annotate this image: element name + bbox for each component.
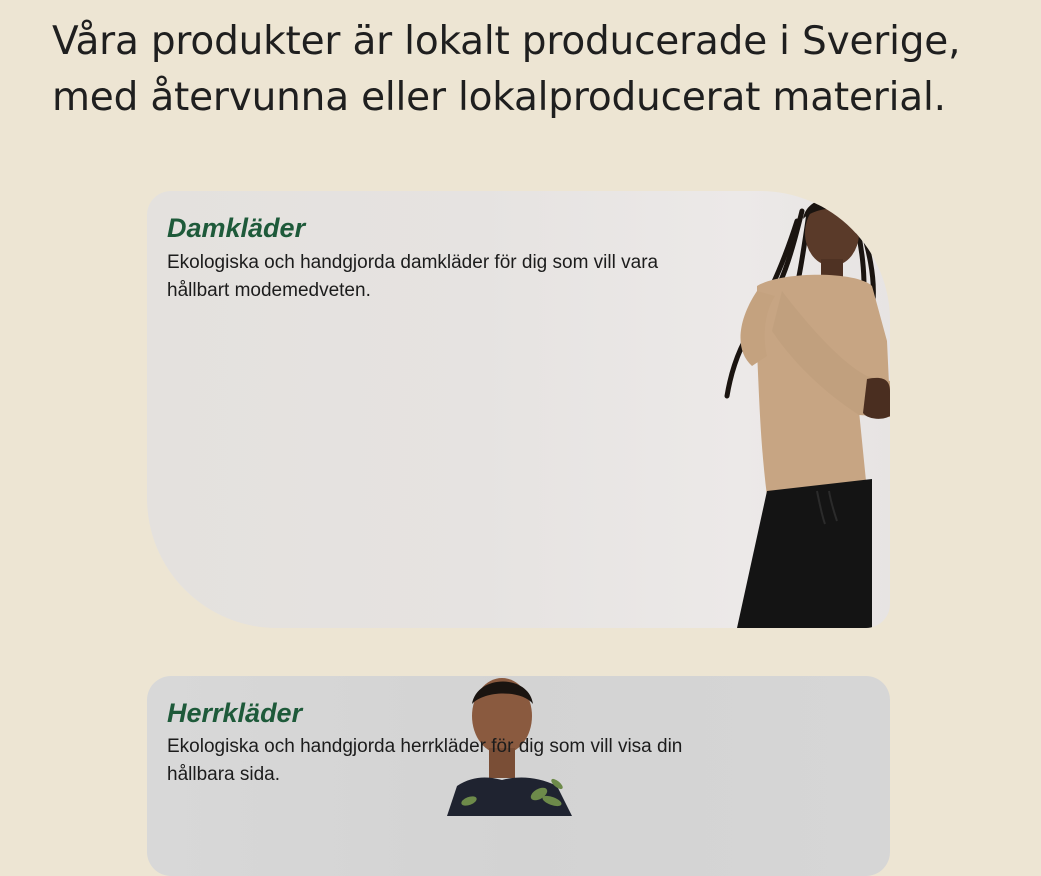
category-title-men[interactable]: Herrkläder [167,698,302,729]
intro-text: Våra produkter är lokalt producerade i S… [52,19,961,120]
woman-model-photo [724,198,890,628]
category-title-women[interactable]: Damkläder [167,213,305,244]
category-description-men: Ekologiska och handgjorda herrkläder för… [167,736,683,785]
category-card-men[interactable]: Herrkläder Ekologiska och handgjorda her… [147,676,890,876]
category-card-women[interactable]: Damkläder Ekologiska och handgjorda damk… [147,191,890,628]
